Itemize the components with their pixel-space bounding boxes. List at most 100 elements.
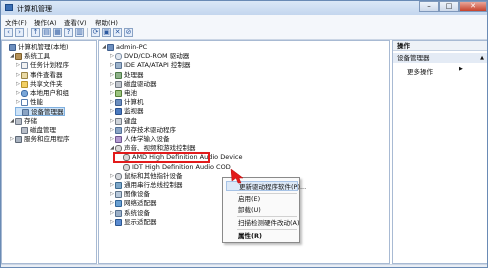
console-tree-item[interactable]: ▷ 共享文件夹	[15, 80, 63, 89]
toolbar-divider	[87, 28, 88, 37]
tree-item-label: 键盘	[124, 116, 137, 125]
tree-item-label: 声音、视频和游戏控制器	[124, 144, 196, 153]
menu-enable[interactable]: 启用(E)	[226, 194, 298, 204]
device-tree-item[interactable]: IDT High Definition Audio COD	[117, 163, 231, 172]
menu-bar: 文件(F) 操作(A) 查看(V) 帮助(H)	[1, 15, 487, 27]
net-icon	[115, 200, 122, 208]
tree-item-label: 系统设备	[124, 208, 150, 217]
tree-item-label: 本地用户和组	[30, 89, 69, 97]
up-level-icon[interactable]: ↑	[31, 28, 40, 37]
tree-item-label: 事件查看器	[30, 70, 63, 79]
device-tree-item[interactable]: ▷ 人体学输入设备	[109, 135, 170, 144]
tree-item-label: 磁盘驱动器	[124, 79, 157, 88]
device-tree-item[interactable]: ▷ IDE ATA/ATAPI 控制器	[109, 61, 190, 70]
device-tree-item[interactable]: ▷ 电池	[109, 89, 137, 98]
img-icon	[115, 191, 122, 199]
console-tree-pane: 计算机管理(本地) ◢ 系统工具 ▷ 任务计划程序 ▷ 事件查看器 ▷ 共享文件夹 ▷ 本地用户和组…	[1, 40, 97, 264]
tree-item-label: 电池	[124, 89, 137, 97]
uninstall-icon[interactable]: ✕	[113, 28, 122, 37]
more-actions-link[interactable]: 更多操作	[407, 66, 433, 76]
device-tree-item[interactable]: ▷ 计算机	[109, 98, 144, 107]
actions-section-device-manager[interactable]: 设备管理器 ▲	[393, 53, 487, 63]
minimize-button[interactable]: –	[419, 1, 439, 12]
kbd-icon	[115, 117, 122, 125]
console-tree-item[interactable]: ◢ 存储	[9, 117, 37, 126]
svc-icon	[15, 136, 22, 143]
console-tree-item[interactable]: ▷ 服务和应用程序	[9, 135, 70, 144]
console-tree-item[interactable]: ▷ 本地用户和组	[15, 89, 69, 98]
mouse-icon	[115, 172, 122, 180]
toolbar: ‹ › ↑ ▤ ▦ ? ▥ ⟳ ▣ ✕ ⊘	[1, 26, 487, 40]
scan-hardware-icon[interactable]: ⟳	[91, 28, 100, 37]
device-tree-item[interactable]: ▷ 处理器	[109, 71, 144, 80]
view-icon[interactable]: ▥	[75, 28, 84, 37]
tree-item-label: 系统工具	[24, 52, 50, 61]
menu-uninstall[interactable]: 卸载(U)	[226, 205, 298, 215]
tree-item-label: 存储	[24, 116, 37, 125]
help-icon[interactable]: ?	[64, 28, 73, 37]
cal-icon	[21, 62, 28, 70]
device-tree-item[interactable]: ▷ 磁盘驱动器	[109, 80, 157, 89]
device-tree-item[interactable]: ▷ 键盘	[109, 117, 137, 126]
close-button[interactable]: ✕	[459, 1, 487, 12]
forward-arrow-icon[interactable]: ›	[15, 28, 24, 37]
dev-icon	[115, 126, 122, 134]
console-tree-item[interactable]: ▷ 性能	[15, 98, 43, 107]
tools-icon	[15, 53, 22, 61]
disp-icon	[115, 218, 122, 226]
device-tree-item[interactable]: ▷ 网络适配器	[109, 199, 157, 208]
folder-icon	[21, 80, 28, 88]
device-tree-item[interactable]: ▷ 监视器	[109, 107, 144, 116]
actions-section-label: 设备管理器	[397, 54, 430, 62]
device-tree-item[interactable]: ▷ 系统设备	[109, 209, 150, 218]
console-tree-item[interactable]: 计算机管理(本地)	[3, 43, 69, 52]
pc-icon	[107, 44, 114, 51]
tree-item-label: 服务和应用程序	[24, 135, 70, 143]
menu-separator	[237, 229, 297, 230]
context-menu: 更新驱动程序软件(P)... 启用(E) 卸载(U) 扫描检测硬件改动(A) 属…	[222, 177, 306, 243]
device-tree-item[interactable]: ▷ 内存技术驱动程序	[109, 126, 176, 135]
back-arrow-icon[interactable]: ‹	[4, 28, 13, 37]
toolbar-divider	[27, 28, 28, 37]
menu-scan-hardware[interactable]: 扫描检测硬件改动(A)	[226, 218, 300, 228]
console-tree-item[interactable]: ▷ 事件查看器	[15, 71, 63, 80]
tree-item-label: 网络适配器	[124, 199, 157, 208]
update-driver-icon[interactable]: ▣	[102, 28, 111, 37]
menu-properties[interactable]: 属性(R)	[226, 231, 298, 241]
tree-item-label: 鼠标和其他指针设备	[124, 171, 183, 180]
disable-icon[interactable]: ⊘	[124, 28, 133, 37]
device-tree-item[interactable]: ▷ 图像设备	[109, 190, 150, 199]
tree-item-label: 显示适配器	[124, 217, 157, 226]
red-pointer-arrow-icon	[230, 168, 244, 184]
pc-icon	[9, 44, 16, 51]
perf-icon	[21, 99, 28, 107]
hid-icon	[115, 136, 122, 143]
more-actions-caret-icon[interactable]: ▶	[459, 66, 463, 72]
console-tree-item[interactable]: ▷ 任务计划程序	[15, 61, 69, 70]
pc-icon	[115, 99, 122, 107]
console-tree-item[interactable]: ◢ 系统工具	[9, 52, 50, 61]
console-tree-item[interactable]: 设备管理器	[15, 107, 65, 117]
device-tree-item[interactable]: ▷ 通用串行总线控制器	[109, 181, 183, 190]
title-bar[interactable]: 计算机管理 – □ ✕	[1, 1, 487, 15]
disk-icon	[15, 117, 22, 125]
device-tree-item[interactable]: ▷ 显示适配器	[109, 218, 157, 227]
tree-item-label: 计算机	[124, 98, 144, 107]
tree-item-label: 共享文件夹	[30, 79, 63, 88]
console-tree-item[interactable]: 磁盘管理	[15, 126, 56, 135]
properties-icon[interactable]: ▦	[53, 28, 62, 37]
status-bar	[1, 264, 487, 267]
device-tree-item[interactable]: ▷ DVD/CD-ROM 驱动器	[109, 52, 189, 61]
tree-item-label: 图像设备	[124, 190, 150, 199]
show-hide-tree-icon[interactable]: ▤	[42, 28, 51, 37]
tree-item-label: 通用串行总线控制器	[124, 181, 183, 189]
device-tree-item[interactable]: ◢ admin-PC	[101, 43, 147, 52]
tree-item-label: IDT High Definition Audio COD	[132, 162, 231, 171]
window-title: 计算机管理	[17, 5, 52, 13]
highlight-box	[113, 152, 210, 164]
ide-icon	[115, 62, 122, 70]
collapse-caret-icon[interactable]: ▲	[480, 53, 484, 63]
device-tree-item[interactable]: ▷ 鼠标和其他指针设备	[109, 172, 183, 181]
menu-separator	[237, 216, 297, 217]
maximize-button[interactable]: □	[439, 1, 459, 12]
